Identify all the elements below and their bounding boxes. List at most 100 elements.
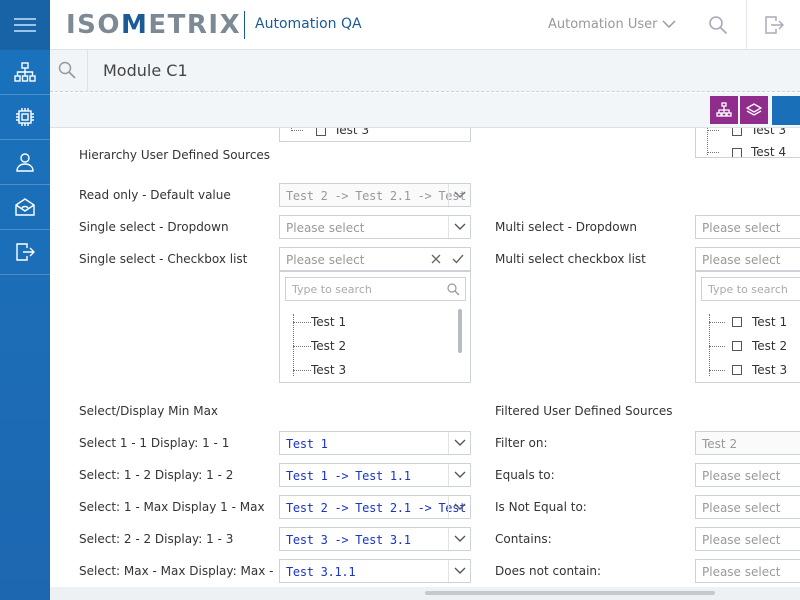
tree-line xyxy=(293,314,294,376)
minmax-select[interactable]: Test 2 -> Test 2.1 -> Test 2. xyxy=(279,495,471,519)
search-icon[interactable] xyxy=(708,15,728,35)
chevron-down-icon[interactable] xyxy=(662,19,676,29)
single-dropdown-placeholder: Please select xyxy=(286,221,365,235)
top-header: ISOMETRIX Automation QA Automation User xyxy=(50,0,800,50)
multi-select-dropdown[interactable]: Please select xyxy=(695,215,800,239)
tree-search-input[interactable]: Type to search xyxy=(285,277,466,301)
tree-branch xyxy=(291,130,303,131)
tree-line xyxy=(707,128,708,155)
search-icon xyxy=(447,283,460,296)
list-item[interactable]: Test 2 xyxy=(752,339,787,353)
checkbox[interactable] xyxy=(732,148,742,157)
module-search-icon[interactable] xyxy=(58,61,76,79)
module-separator xyxy=(87,50,88,92)
single-checkbox-select[interactable]: Please select xyxy=(279,247,471,271)
module-title: Module C1 xyxy=(103,61,188,80)
checkbox[interactable] xyxy=(732,341,742,351)
app-window: ISOMETRIX Automation QA Automation User … xyxy=(0,0,800,600)
sidebar-item-logout[interactable] xyxy=(0,230,50,275)
form-content: Test 3 Test 3 Test 4 Hierarchy User Defi… xyxy=(50,128,800,587)
minmax-label: Select: 1 - 2 Display: 1 - 2 xyxy=(79,468,234,482)
single-dropdown-label: Single select - Dropdown xyxy=(79,220,229,234)
tree-branch xyxy=(709,370,725,371)
primary-action-button[interactable] xyxy=(772,96,800,125)
module-bar: Module C1 xyxy=(50,50,800,92)
tree-branch xyxy=(709,322,725,323)
check-icon[interactable] xyxy=(452,254,464,264)
checkbox[interactable] xyxy=(732,317,742,327)
tree-search-input-right[interactable]: Type to search xyxy=(701,277,800,301)
tree-branch xyxy=(709,346,725,347)
sidebar-item-users[interactable] xyxy=(0,140,50,185)
logo-part-a: ISO xyxy=(66,10,122,40)
clear-icon[interactable] xyxy=(431,254,441,264)
filter-value: Please select xyxy=(702,469,781,483)
layers-button[interactable] xyxy=(740,96,768,124)
minmax-select[interactable]: Test 1 xyxy=(279,431,471,455)
list-item[interactable]: Test 1 xyxy=(311,315,346,329)
filter-label: Filter on: xyxy=(495,436,548,450)
filter-select[interactable]: Test 2 xyxy=(695,431,800,455)
dropdown-arrow[interactable] xyxy=(448,560,470,582)
minmax-select[interactable]: Test 1 -> Test 1.1 xyxy=(279,463,471,487)
list-item[interactable]: Test 3 xyxy=(751,128,786,137)
checkbox[interactable] xyxy=(732,365,742,375)
filter-select[interactable]: Please select xyxy=(695,559,800,583)
list-scrollbar[interactable] xyxy=(458,309,462,353)
list-item[interactable]: Test 4 xyxy=(751,145,786,157)
logo-divider xyxy=(244,11,245,39)
list-item[interactable]: Test 2 xyxy=(311,339,346,353)
tree-branch xyxy=(707,130,719,131)
filter-select[interactable]: Please select xyxy=(695,527,800,551)
single-select-dropdown[interactable]: Please select xyxy=(279,215,471,239)
menu-toggle[interactable] xyxy=(0,0,50,50)
list-item[interactable]: Test 3 xyxy=(334,128,369,137)
org-chart-icon xyxy=(14,62,36,82)
sitemap-icon xyxy=(716,102,732,117)
checkbox[interactable] xyxy=(732,128,742,136)
filter-label: Contains: xyxy=(495,532,552,546)
single-checkbox-placeholder: Please select xyxy=(286,253,365,267)
top-left-list: Test 3 xyxy=(279,128,471,142)
chevron-down-icon xyxy=(454,503,465,510)
sidebar xyxy=(0,0,50,600)
chevron-down-icon xyxy=(454,567,465,574)
minmax-label: Select: Max - Max Display: Max - xyxy=(79,564,274,578)
hamburger-icon xyxy=(14,18,36,32)
list-item[interactable]: Test 3 xyxy=(752,363,787,377)
layers-icon xyxy=(746,103,762,116)
list-item[interactable]: Test 1 xyxy=(752,315,787,329)
minmax-select[interactable]: Test 3.1.1 xyxy=(279,559,471,583)
chip-icon xyxy=(16,108,34,126)
tree-branch xyxy=(293,322,311,323)
tree-branch xyxy=(707,152,719,153)
sidebar-item-modules[interactable] xyxy=(0,95,50,140)
filter-select[interactable]: Please select xyxy=(695,463,800,487)
hierarchy-button[interactable] xyxy=(710,96,738,124)
dropdown-arrow xyxy=(448,184,470,206)
minmax-select[interactable]: Test 3 -> Test 3.1 xyxy=(279,527,471,551)
single-checkbox-panel: Type to search Test 1 Test 2 Test 3 xyxy=(279,271,471,383)
top-right-list: Test 3 Test 4 xyxy=(695,128,800,158)
filter-value: Please select xyxy=(702,565,781,579)
read-only-value: Test 2 -> Test 2.1 -> Test 2. xyxy=(286,189,471,203)
filter-label: Does not contain: xyxy=(495,564,602,578)
dropdown-arrow[interactable] xyxy=(448,216,470,238)
user-icon xyxy=(16,153,34,172)
horizontal-scrollbar-thumb[interactable] xyxy=(425,591,715,595)
logo-part-c: ETRIX xyxy=(148,10,242,40)
exit-icon[interactable] xyxy=(764,15,784,35)
list-item[interactable]: Test 3 xyxy=(311,363,346,377)
checkbox[interactable] xyxy=(316,128,326,136)
dropdown-arrow[interactable] xyxy=(448,432,470,454)
dropdown-arrow[interactable] xyxy=(448,496,470,518)
dropdown-arrow[interactable] xyxy=(448,464,470,486)
dropdown-arrow[interactable] xyxy=(448,528,470,550)
filter-select[interactable]: Please select xyxy=(695,495,800,519)
section-heading-minmax: Select/Display Min Max xyxy=(79,404,219,418)
brand-logo: ISOMETRIX xyxy=(66,9,241,41)
multi-checkbox-select[interactable]: Please select xyxy=(695,247,800,271)
sidebar-item-messages[interactable] xyxy=(0,185,50,230)
user-menu[interactable]: Automation User xyxy=(548,17,657,32)
sidebar-item-hierarchy[interactable] xyxy=(0,50,50,95)
